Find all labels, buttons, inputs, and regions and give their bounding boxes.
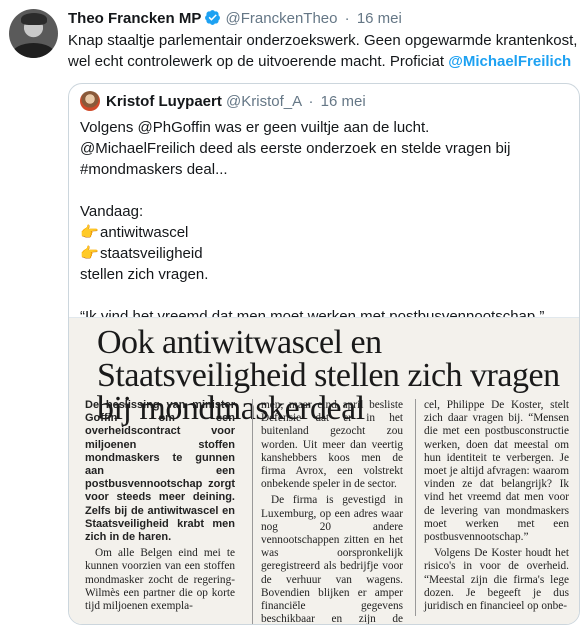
quoted-line: @MichaelFreilich deed als eerste onderzo… <box>80 140 511 157</box>
article-paragraph: men, maar eind april besliste Defensie d… <box>261 399 403 491</box>
article-paragraph: Om alle Belgen eind mei te kunnen voorzi… <box>85 547 235 613</box>
author-avatar[interactable] <box>9 9 58 58</box>
article-column-2: men, maar eind april besliste Defensie d… <box>252 399 403 625</box>
pointing-hand-icon: 👉 <box>80 224 99 241</box>
quoted-bullet: 👉staatsveiligheid <box>80 243 570 264</box>
avatar-shoulders <box>12 43 55 58</box>
tweet-text: Knap staaltje parlementair onderzoekswer… <box>68 30 578 72</box>
tweet[interactable]: Theo Francken MP @FranckenTheo · 16 mei … <box>0 0 583 625</box>
quoted-bullet: 👉antiwitwascel <box>80 222 570 243</box>
verified-badge-icon <box>204 9 221 32</box>
article-paragraph: Volgens De Koster houdt het risico's in … <box>424 547 569 613</box>
avatar-hair <box>21 13 47 25</box>
mention-link[interactable]: @MichaelFreilich <box>448 53 571 70</box>
quoted-tweet-text: Volgens @PhGoffin was er geen vuiltje aa… <box>80 117 570 327</box>
bullet-text: staatsveiligheid <box>100 245 203 262</box>
quoted-author-avatar <box>80 91 100 111</box>
quoted-tweet-header: Kristof Luypaert @Kristof_A · 16 mei <box>80 91 366 112</box>
pointing-hand-icon: 👉 <box>80 245 99 262</box>
article-column-3: cel, Philippe De Koster, stelt zich daar… <box>415 399 569 617</box>
quoted-line: Volgens @PhGoffin was er geen vuiltje aa… <box>80 119 430 136</box>
article-columns: De beslissing van minister Goffin om een… <box>85 399 575 625</box>
quoted-author-name: Kristof Luypaert <box>106 93 222 110</box>
bullet-text: antiwitwascel <box>100 224 189 241</box>
quoted-tweet-timestamp: 16 mei <box>320 93 366 110</box>
separator-dot: · <box>308 93 314 110</box>
article-lead: De beslissing van minister Goffin om een… <box>85 399 235 544</box>
article-column-1: De beslissing van minister Goffin om een… <box>85 399 235 616</box>
quoted-tweet[interactable]: Kristof Luypaert @Kristof_A · 16 mei Vol… <box>68 83 580 625</box>
quoted-line: stellen zich vragen. <box>80 266 209 283</box>
quoted-line: Vandaag: <box>80 203 144 220</box>
tweet-header: Theo Francken MP @FranckenTheo · 16 mei <box>68 9 402 32</box>
quoted-line: #mondmaskers deal... <box>80 161 228 178</box>
tweet-timestamp[interactable]: 16 mei <box>357 10 402 27</box>
article-paragraph: De firma is gevestigd in Luxemburg, op e… <box>261 494 403 625</box>
article-paragraph: cel, Philippe De Koster, stelt zich daar… <box>424 399 569 544</box>
author-handle[interactable]: @FranckenTheo <box>226 10 338 27</box>
quoted-author-handle: @Kristof_A <box>226 93 302 110</box>
article-image[interactable]: Ook antiwitwascel en Staatsveiligheid st… <box>69 317 579 625</box>
author-name[interactable]: Theo Francken MP <box>68 10 201 27</box>
separator-dot: · <box>344 10 350 27</box>
